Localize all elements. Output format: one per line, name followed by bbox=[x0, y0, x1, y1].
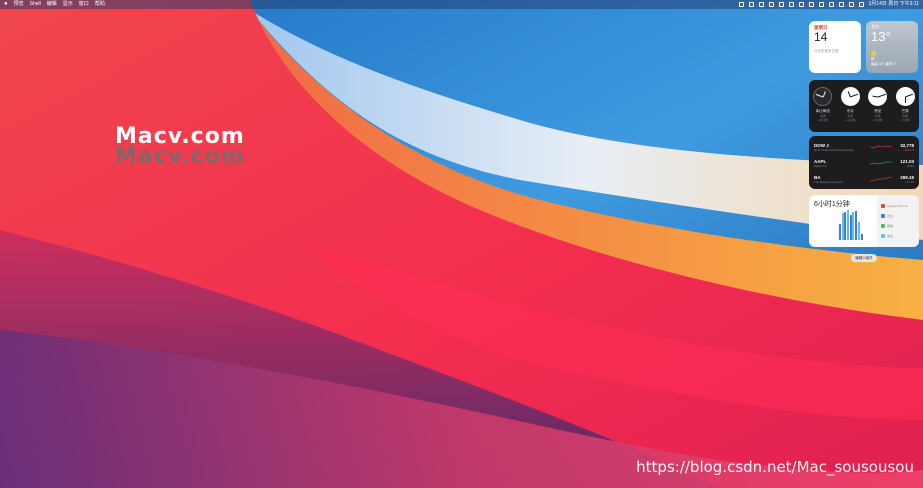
clock-face-icon bbox=[895, 87, 915, 106]
world-clock-widget[interactable]: 库比蒂诺 今天 -16小时 东京 今天 +1小时 悉尼 今天 +3小时 巴黎 今… bbox=[809, 80, 919, 132]
wifi-icon[interactable] bbox=[828, 2, 834, 7]
status-app-icon[interactable] bbox=[748, 2, 754, 7]
screen-time-total: 6小时1分钟 bbox=[814, 201, 850, 208]
battery-icon[interactable] bbox=[838, 2, 844, 7]
control-center-icon[interactable] bbox=[858, 2, 864, 7]
menu-window[interactable]: 窗口 bbox=[79, 0, 89, 9]
status-app-icon[interactable] bbox=[738, 2, 744, 7]
app-usage-item: 微信 bbox=[881, 221, 915, 231]
usage-bar bbox=[847, 210, 850, 240]
status-app-icon[interactable] bbox=[788, 2, 794, 7]
clock-offset: +3小时 bbox=[873, 118, 883, 122]
menu-view[interactable]: 显示 bbox=[63, 0, 73, 9]
stock-sparkline bbox=[870, 161, 892, 165]
weather-temp: 13° bbox=[871, 29, 891, 44]
status-app-icon[interactable] bbox=[808, 2, 814, 7]
menu-app-name[interactable]: 预览 bbox=[14, 0, 24, 9]
stock-sparkline bbox=[870, 176, 892, 182]
app-usage-item: 访达 bbox=[881, 211, 915, 221]
stock-symbol: AAPL bbox=[814, 158, 827, 164]
clock-item: 巴黎 今天 -7小时 bbox=[895, 87, 915, 122]
clock-item: 库比蒂诺 今天 -16小时 bbox=[813, 87, 833, 122]
usage-bar bbox=[841, 213, 844, 240]
stock-name: The Boeing Company bbox=[814, 179, 844, 184]
usage-bar bbox=[857, 222, 860, 240]
calendar-note: 今天无更多日程 bbox=[814, 49, 839, 53]
search-icon[interactable] bbox=[848, 2, 854, 7]
url-watermark: https://blog.csdn.net/Mac_sousousou bbox=[636, 458, 914, 476]
usage-bar bbox=[839, 223, 841, 240]
app-name: 信息 bbox=[887, 234, 894, 238]
screen-time-apps: Google Chrome 访达 微信 信息 bbox=[877, 195, 919, 247]
status-app-icon[interactable] bbox=[778, 2, 784, 7]
stock-row[interactable]: BA The Boeing Company 269.19 +17.90 bbox=[814, 171, 914, 187]
menu-file[interactable]: Shell bbox=[30, 0, 41, 9]
calendar-widget[interactable]: 星期日 14 今天无更多日程 bbox=[809, 21, 861, 73]
app-usage-item: 信息 bbox=[881, 231, 915, 241]
app-usage-item: Google Chrome bbox=[881, 201, 915, 211]
usage-bar bbox=[844, 211, 847, 240]
screen-time-summary: 6小时1分钟 bbox=[809, 195, 877, 247]
clock-face-icon bbox=[840, 87, 860, 106]
status-app-icon[interactable] bbox=[758, 2, 764, 7]
app-name: 微信 bbox=[887, 224, 894, 228]
desktop-wallpaper bbox=[0, 0, 923, 488]
usage-bar bbox=[849, 214, 852, 240]
clock-offset: -7小时 bbox=[900, 118, 910, 122]
sun-icon bbox=[871, 51, 876, 56]
usage-bar-chart bbox=[839, 210, 863, 240]
menu-bar: ● 预览 Shell 编辑 显示 窗口 帮助 3月14日 周日 下午3:11 bbox=[0, 0, 923, 9]
stock-name: Dow Jones Industrial Average bbox=[814, 147, 854, 152]
stock-change: +0.94 bbox=[906, 163, 914, 168]
menu-help[interactable]: 帮助 bbox=[95, 0, 105, 9]
chrome-icon bbox=[881, 204, 885, 208]
status-app-icon[interactable] bbox=[818, 2, 824, 7]
weather-widget[interactable]: 北京 13° 晴 最高 16° 最低 2° bbox=[866, 21, 918, 73]
usage-bar bbox=[860, 234, 863, 240]
usage-bar bbox=[852, 212, 855, 240]
watermark-shadow-text: Macv.com bbox=[115, 144, 245, 169]
clock-offset: -16小时 bbox=[817, 118, 828, 122]
usage-bar bbox=[855, 210, 858, 240]
menu-clock[interactable]: 3月14日 周日 下午3:11 bbox=[869, 0, 919, 9]
stock-sparkline bbox=[870, 145, 892, 149]
screen-time-widget[interactable]: 6小时1分钟 Google Chrome 访达 微信 信息 bbox=[809, 195, 919, 247]
status-app-icon[interactable] bbox=[768, 2, 774, 7]
calendar-day: 14 bbox=[814, 30, 828, 44]
stock-change: +293.05 bbox=[903, 147, 914, 152]
clock-item: 悉尼 今天 +3小时 bbox=[868, 87, 888, 122]
status-app-icon[interactable] bbox=[798, 2, 804, 7]
stock-name: Apple Inc. bbox=[814, 163, 828, 168]
messages-icon bbox=[881, 234, 885, 238]
menu-edit[interactable]: 编辑 bbox=[47, 0, 57, 9]
clock-offset: +1小时 bbox=[845, 118, 855, 122]
stock-change: +17.90 bbox=[904, 179, 914, 184]
clock-face-icon bbox=[813, 87, 833, 106]
app-name: 访达 bbox=[887, 214, 894, 218]
apple-menu-icon[interactable]: ● bbox=[4, 0, 8, 9]
clock-face-icon bbox=[868, 87, 888, 106]
wechat-icon bbox=[881, 224, 885, 228]
edit-widgets-button[interactable]: 编辑小组件 bbox=[851, 254, 877, 262]
clock-item: 东京 今天 +1小时 bbox=[840, 87, 860, 122]
stock-row[interactable]: DOW J Dow Jones Industrial Average 32,77… bbox=[814, 139, 914, 155]
stocks-widget[interactable]: DOW J Dow Jones Industrial Average 32,77… bbox=[809, 136, 919, 189]
finder-icon bbox=[881, 214, 885, 218]
stock-row[interactable]: AAPL Apple Inc. 121.03 +0.94 bbox=[814, 155, 914, 171]
weather-high-low: 最高 16° 最低 2° bbox=[871, 62, 897, 66]
app-name: Google Chrome bbox=[887, 204, 909, 208]
